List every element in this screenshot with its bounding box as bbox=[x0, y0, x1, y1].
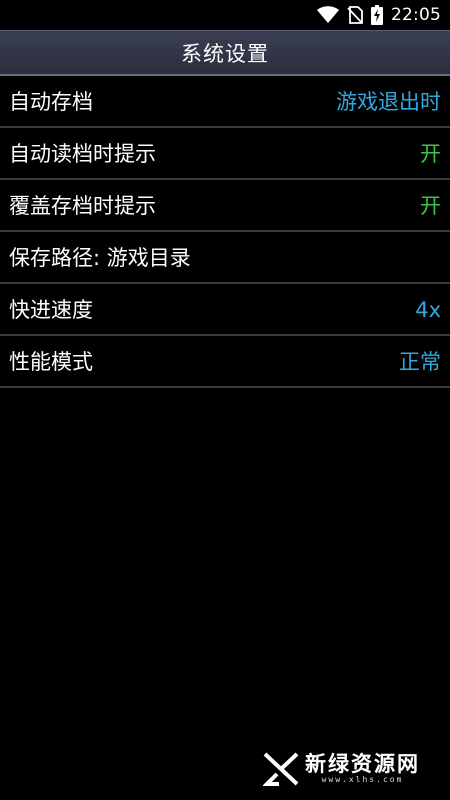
wifi-icon bbox=[317, 6, 339, 23]
xl-logo-icon bbox=[263, 752, 299, 786]
setting-save-path[interactable]: 保存路径: 游戏目录 bbox=[0, 232, 450, 284]
screen: 22:05 系统设置 自动存档 游戏退出时 自动读档时提示 开 覆盖存档时提示 … bbox=[0, 0, 450, 800]
setting-label: 性能模式 bbox=[9, 350, 93, 374]
setting-label: 保存路径: 游戏目录 bbox=[9, 246, 191, 270]
settings-list: 自动存档 游戏退出时 自动读档时提示 开 覆盖存档时提示 开 保存路径: 游戏目… bbox=[0, 76, 450, 388]
status-time: 22:05 bbox=[391, 5, 441, 25]
setting-value: 4x bbox=[415, 298, 441, 322]
battery-charging-icon bbox=[371, 5, 383, 25]
setting-fast-forward-speed[interactable]: 快进速度 4x bbox=[0, 284, 450, 336]
setting-overwrite-save-prompt[interactable]: 覆盖存档时提示 开 bbox=[0, 180, 450, 232]
no-sim-icon bbox=[347, 6, 363, 24]
setting-label: 自动读档时提示 bbox=[9, 142, 156, 166]
setting-label: 快进速度 bbox=[9, 298, 93, 322]
setting-auto-load-prompt[interactable]: 自动读档时提示 开 bbox=[0, 128, 450, 180]
setting-label: 自动存档 bbox=[9, 90, 93, 114]
setting-auto-save[interactable]: 自动存档 游戏退出时 bbox=[0, 76, 450, 128]
watermark: 新绿资源网 www.xlhs.com bbox=[263, 752, 420, 786]
setting-value: 正常 bbox=[399, 350, 441, 374]
setting-value: 开 bbox=[420, 194, 441, 218]
status-icons: 22:05 bbox=[317, 0, 441, 30]
watermark-url: www.xlhs.com bbox=[321, 775, 404, 784]
status-bar: 22:05 bbox=[0, 0, 450, 30]
setting-performance-mode[interactable]: 性能模式 正常 bbox=[0, 336, 450, 388]
page-title: 系统设置 bbox=[181, 41, 269, 66]
watermark-name: 新绿资源网 bbox=[305, 752, 420, 776]
setting-label: 覆盖存档时提示 bbox=[9, 194, 156, 218]
watermark-text: 新绿资源网 www.xlhs.com bbox=[305, 753, 420, 785]
setting-value: 开 bbox=[420, 142, 441, 166]
title-bar: 系统设置 bbox=[0, 30, 450, 76]
setting-value: 游戏退出时 bbox=[336, 90, 441, 114]
